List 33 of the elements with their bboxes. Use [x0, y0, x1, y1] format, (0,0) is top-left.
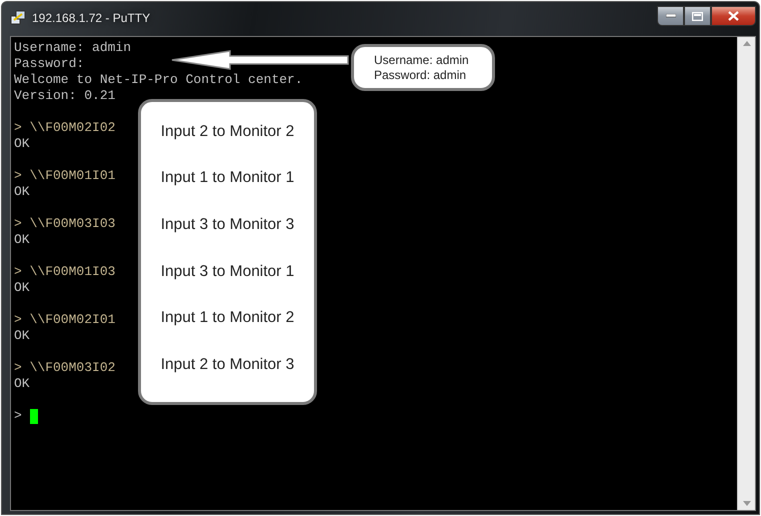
callout-text: Input 3 to Monitor 1 [160, 264, 294, 279]
command-line: > \\F00M01I03 [14, 264, 116, 280]
close-button[interactable] [711, 6, 756, 26]
command-line: > \\F00M01I01 [14, 168, 116, 184]
callout-text: Input 2 to Monitor 2 [160, 124, 294, 139]
command-line: > \\F00M02I02 [14, 120, 116, 136]
terminal-line: Password: [14, 56, 84, 72]
callout-text: Input 3 to Monitor 3 [160, 217, 294, 232]
minimize-icon [666, 14, 676, 18]
response-line: OK [14, 328, 30, 344]
callout-text: Input 1 to Monitor 1 [160, 170, 294, 186]
command-line: > \\F00M03I02 [14, 360, 116, 376]
callout-text: Input 1 to Monitor 2 [160, 310, 294, 326]
terminal-line: Username: admin [14, 40, 132, 56]
command-line: > \\F00M02I01 [14, 312, 116, 328]
callout-text: Input 2 to Monitor 3 [160, 357, 294, 372]
terminal-app-icon [10, 10, 26, 26]
maximize-button[interactable] [684, 6, 711, 26]
response-line: OK [14, 232, 30, 248]
maximize-icon [692, 12, 703, 20]
minimize-button[interactable] [657, 6, 684, 26]
callout-text: Username: admin [374, 53, 470, 68]
response-line: OK [14, 280, 30, 296]
close-icon [728, 11, 739, 21]
prompt: > [14, 408, 22, 424]
window-title: 192.168.1.72 - PuTTY [32, 11, 150, 25]
command-line: > \\F00M03I03 [14, 216, 116, 232]
response-line: OK [14, 136, 30, 152]
terminal-line: Welcome to Net-IP-Pro Control center. [14, 72, 303, 88]
callout-text: Password: admin [374, 68, 468, 83]
terminal-line: Version: 0.21 [14, 88, 116, 104]
response-line: OK [14, 376, 30, 392]
response-line: OK [14, 184, 30, 200]
